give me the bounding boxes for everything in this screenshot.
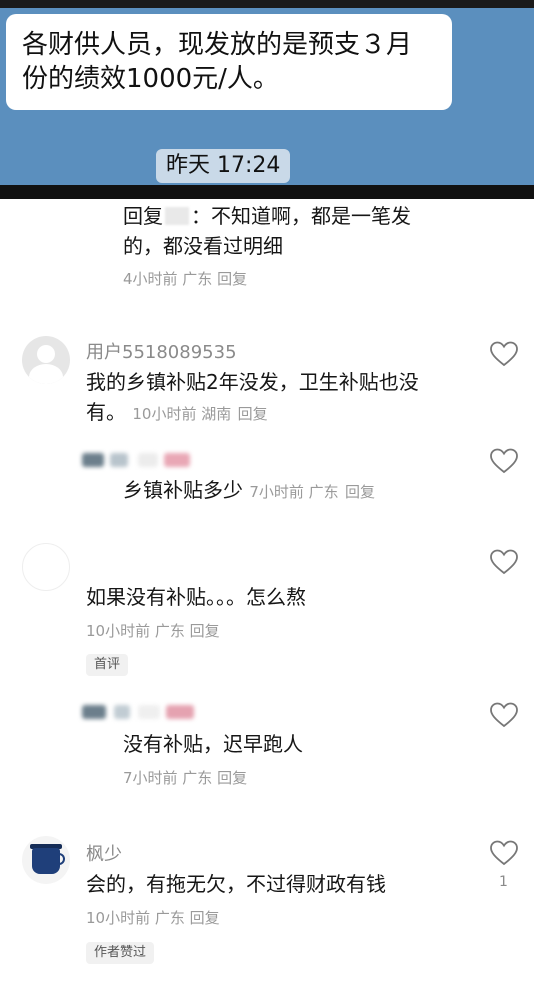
comment-text-line-1: 我的乡镇补贴2年没发，卫生补贴也没 [86,370,419,394]
reply-button[interactable]: 回复 [238,405,268,423]
heart-outline-icon[interactable] [490,702,518,728]
chat-message-line-1: 各财供人员，现发放的是预支３月 [22,30,413,60]
reply-text-content: 乡镇补贴多少 [123,478,243,502]
comment-text: 会的，有拖无欠，不过得财政有钱 [86,872,386,896]
reply-button[interactable]: 回复 [190,622,220,640]
avatar[interactable] [22,836,70,884]
comment-text-line-2: 有。 [86,400,126,424]
comment-text: 我的乡镇补贴2年没发，卫生补贴也没 有。 10小时前 湖南 回复 [86,367,466,429]
avatar[interactable] [22,336,70,384]
like-count: 1 [499,874,508,890]
comment-meta: 4小时前 广东 回复 [123,268,247,289]
comment-text: 如果没有补贴。。。怎么熬 [86,585,306,609]
comment-time-location: 4小时前 广东 [123,270,213,288]
reply-button[interactable]: 回复 [217,769,247,787]
reply-button[interactable]: 回复 [217,270,247,288]
chat-message-line-2: 份的绩效1000元/人。 [22,64,279,94]
comment-meta: 7小时前 广东 回复 [123,767,247,788]
reply-text: 回复 ：不知道啊，都是一笔发 的，都没看过明细 [123,201,463,261]
reply-text: 没有补贴，迟早跑人 [123,732,303,756]
first-comment-badge: 首评 [86,654,129,676]
heart-outline-icon[interactable] [490,840,518,866]
redacted-username [80,449,198,471]
comment-time-location: 7小时前 广东 [123,769,213,787]
default-user-avatar-icon [37,345,55,363]
comment-meta: 10小时前 广东 回复 [86,620,220,641]
heart-outline-icon[interactable] [490,341,518,367]
username[interactable]: 用户5518089535 [86,338,237,364]
username[interactable]: 枫少 [86,840,122,866]
comment-time-location: 10小时前 湖南 [132,405,232,423]
comment-meta: 10小时前 广东 回复 [86,907,220,928]
reply-text-line-1: ：不知道啊，都是一笔发 [191,204,411,228]
comment-time-location: 10小时前 广东 [86,622,185,640]
mug-icon [32,848,60,874]
chat-bottom-bar [0,185,534,199]
avatar[interactable] [22,543,70,591]
reply-button[interactable]: 回复 [190,909,220,927]
reply-text-line-2: 的，都没看过明细 [123,234,283,258]
heart-outline-icon[interactable] [490,549,518,575]
author-liked-badge: 作者赞过 [86,942,155,964]
comment-time-location: 7小时前 广东 [249,483,339,501]
reply-text: 乡镇补贴多少 7小时前 广东 回复 [123,475,463,507]
chat-screenshot: 各财供人员，现发放的是预支３月 份的绩效1000元/人。 昨天 17:24 [0,0,534,199]
redacted-name [165,207,189,225]
heart-outline-icon[interactable] [490,448,518,474]
chat-message-bubble: 各财供人员，现发放的是预支３月 份的绩效1000元/人。 [6,14,452,110]
comment-time-location: 10小时前 广东 [86,909,185,927]
chat-top-bar [0,0,534,8]
reply-prefix: 回复 [123,204,163,228]
redacted-username [80,701,198,723]
avatar-body [29,364,63,384]
mug-handle [58,853,65,865]
chat-timestamp: 昨天 17:24 [156,149,291,183]
reply-button[interactable]: 回复 [345,483,375,501]
